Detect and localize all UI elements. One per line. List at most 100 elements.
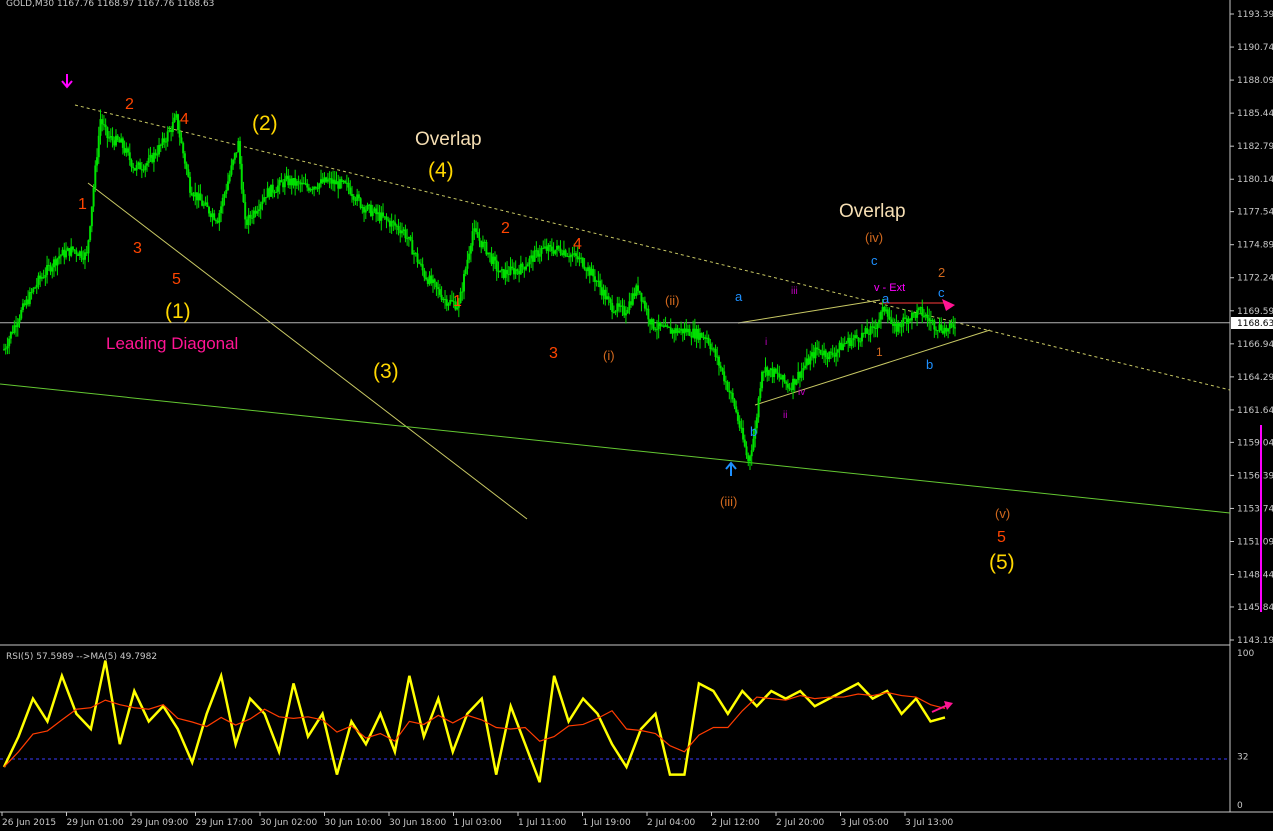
candle-body bbox=[46, 265, 49, 275]
candle-body bbox=[531, 255, 534, 262]
candle-body bbox=[562, 250, 565, 255]
candle-body bbox=[352, 195, 355, 200]
candle-body bbox=[502, 269, 505, 278]
candle-body bbox=[743, 439, 746, 447]
candle-body bbox=[833, 355, 836, 357]
candle-body bbox=[793, 378, 796, 385]
candle-body bbox=[578, 257, 581, 260]
candle-body bbox=[199, 193, 202, 201]
chart-background bbox=[0, 0, 1273, 831]
candle-body bbox=[499, 270, 502, 273]
candle-body bbox=[740, 427, 743, 429]
wave-ii-label: (ii) bbox=[665, 293, 679, 308]
candle-body bbox=[686, 328, 689, 333]
candle-body bbox=[257, 209, 260, 212]
candle-body bbox=[797, 371, 800, 381]
candle-body bbox=[368, 204, 371, 206]
candle-body bbox=[233, 153, 236, 160]
candle-body bbox=[816, 347, 819, 349]
candle-body bbox=[485, 242, 488, 255]
candle-body bbox=[854, 335, 857, 339]
candle-body bbox=[585, 269, 588, 272]
candle-body bbox=[695, 328, 698, 339]
candle-body bbox=[211, 213, 214, 218]
candle-body bbox=[581, 258, 584, 267]
candle-body bbox=[556, 245, 559, 250]
candle-body bbox=[102, 124, 105, 126]
wave-i-label: (i) bbox=[603, 348, 615, 363]
candle-body bbox=[413, 253, 416, 255]
rsi-tick-label: 100 bbox=[1237, 649, 1254, 659]
candle-body bbox=[285, 175, 288, 180]
candle-body bbox=[723, 371, 726, 382]
time-tick-label: 2 Jul 04:00 bbox=[647, 818, 696, 828]
candle-body bbox=[764, 367, 767, 372]
candle-body bbox=[266, 188, 269, 198]
candle-body bbox=[545, 246, 548, 251]
candle-body bbox=[325, 177, 328, 182]
candle-body bbox=[30, 292, 33, 294]
candle-body bbox=[538, 253, 541, 257]
candle-body bbox=[159, 144, 162, 146]
price-tick-label: 1177.54 bbox=[1237, 208, 1273, 218]
candle-body bbox=[173, 117, 176, 123]
candle-body bbox=[645, 308, 648, 310]
candle-body bbox=[604, 289, 607, 300]
candle-body bbox=[406, 238, 409, 240]
candle-body bbox=[75, 250, 78, 255]
candle-body bbox=[693, 328, 696, 339]
candle-body bbox=[850, 340, 853, 347]
candle-body bbox=[78, 251, 81, 256]
price-tick-label: 1166.94 bbox=[1237, 340, 1273, 350]
candle-body bbox=[852, 338, 855, 341]
candle-body bbox=[402, 229, 405, 231]
small-ii-label: ii bbox=[783, 410, 787, 421]
candle-body bbox=[929, 320, 932, 322]
candle-body bbox=[897, 322, 900, 332]
candle-body bbox=[290, 178, 293, 186]
candle-body bbox=[154, 152, 157, 156]
price-tick-label: 1190.74 bbox=[1237, 43, 1273, 53]
candle-body bbox=[128, 152, 131, 161]
candle-body bbox=[943, 327, 946, 334]
candle-body bbox=[800, 370, 803, 378]
candle-body bbox=[821, 353, 824, 356]
candle-body bbox=[206, 202, 209, 207]
candle-body bbox=[886, 309, 889, 317]
candle-body bbox=[514, 269, 517, 275]
candle-body bbox=[635, 285, 638, 296]
candle-body bbox=[811, 352, 814, 357]
candle-body bbox=[330, 178, 333, 184]
sub-wave-4b: 4 bbox=[573, 236, 582, 253]
candle-body bbox=[371, 211, 374, 216]
candle-body bbox=[704, 337, 707, 339]
candle-body bbox=[37, 275, 40, 285]
candle-body bbox=[273, 192, 276, 194]
candle-body bbox=[314, 186, 317, 189]
candle-body bbox=[15, 325, 18, 328]
candle-body bbox=[857, 337, 860, 342]
candle-body bbox=[23, 303, 26, 306]
overlap-label-right: Overlap bbox=[839, 201, 906, 222]
wave-5-big-label: (5) bbox=[989, 551, 1015, 574]
candle-body bbox=[151, 154, 154, 163]
candle-body bbox=[898, 322, 901, 327]
candle-body bbox=[466, 259, 469, 269]
candle-body bbox=[28, 292, 31, 305]
trading-chart: GOLD,M30 1167.76 1168.97 1167.76 1168.63… bbox=[0, 0, 1273, 831]
candle-body bbox=[404, 229, 407, 239]
candle-body bbox=[952, 324, 955, 328]
candle-body bbox=[595, 280, 598, 282]
candle-body bbox=[495, 260, 498, 272]
candle-body bbox=[676, 328, 679, 333]
candle-body bbox=[878, 319, 881, 324]
candle-body bbox=[602, 289, 605, 296]
candle-body bbox=[61, 249, 64, 256]
sub-wave-5a: 5 bbox=[172, 271, 181, 288]
small-1-label: 1 bbox=[876, 345, 883, 359]
candle-body bbox=[66, 248, 69, 251]
candle-body bbox=[786, 383, 789, 388]
candle-body bbox=[163, 138, 166, 143]
candle-body bbox=[359, 198, 362, 208]
candle-body bbox=[77, 254, 80, 256]
